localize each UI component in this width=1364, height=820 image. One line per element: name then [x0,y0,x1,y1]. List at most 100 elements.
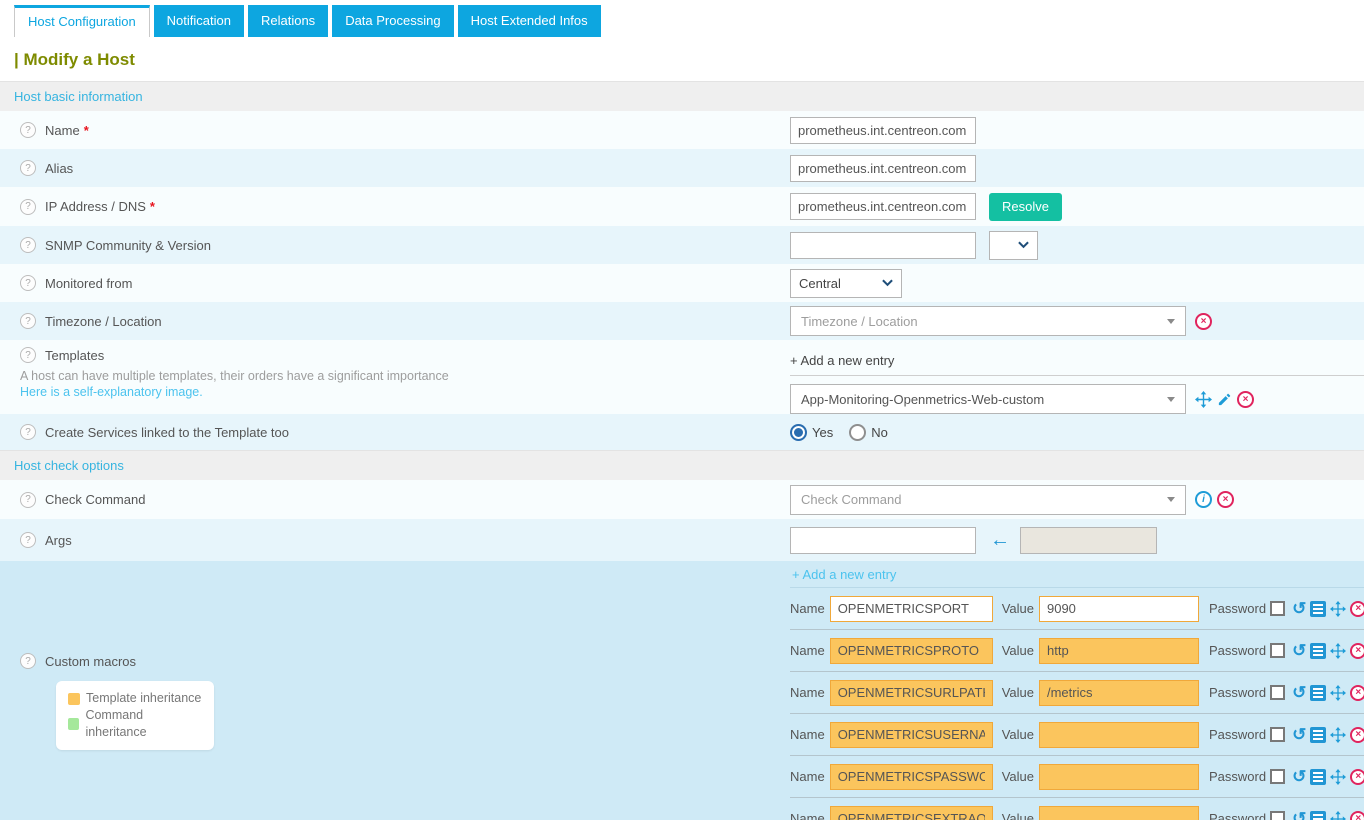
macro-name-label: Name [790,811,825,820]
name-input[interactable] [790,117,976,144]
timezone-select[interactable]: Timezone / Location [790,306,1186,336]
move-icon[interactable] [1330,601,1346,617]
clear-icon[interactable]: × [1217,491,1234,508]
custom-macros-section: ? Custom macros Template inheritance Com… [0,561,1364,820]
list-icon[interactable] [1310,769,1326,785]
help-icon[interactable]: ? [20,424,36,440]
macro-name-input[interactable] [830,638,993,664]
macro-name-input[interactable] [830,764,993,790]
move-icon[interactable] [1330,727,1346,743]
undo-icon[interactable]: ↺ [1292,727,1306,742]
macro-password-checkbox[interactable] [1270,769,1285,784]
help-icon[interactable]: ? [20,653,36,669]
delete-icon[interactable]: × [1350,769,1364,785]
delete-icon[interactable]: × [1350,727,1364,743]
macro-password-checkbox[interactable] [1270,601,1285,616]
undo-icon[interactable]: ↺ [1292,643,1306,658]
list-icon[interactable] [1310,685,1326,701]
macro-value-input[interactable] [1039,806,1199,820]
delete-icon[interactable]: × [1237,391,1254,408]
timezone-placeholder: Timezone / Location [801,314,918,329]
undo-icon[interactable]: ↺ [1292,685,1306,700]
macro-value-input[interactable] [1039,764,1199,790]
macro-name-input[interactable] [830,722,993,748]
left-arrow-icon: ← [990,529,1010,552]
list-icon[interactable] [1310,811,1326,820]
macro-value-input[interactable] [1039,680,1199,706]
required-marker: * [150,199,155,214]
edit-icon[interactable] [1217,392,1232,407]
list-icon[interactable] [1310,643,1326,659]
list-icon[interactable] [1310,601,1326,617]
delete-icon[interactable]: × [1350,601,1364,617]
dropdown-arrow-icon [1167,497,1175,502]
args-input[interactable] [790,527,976,554]
move-icon[interactable] [1330,769,1346,785]
create-services-yes-radio[interactable] [790,424,807,441]
form-row-timezone: ? Timezone / Location Timezone / Locatio… [0,302,1364,340]
yes-radio-label: Yes [812,425,833,440]
macro-value-label: Value [1002,769,1034,784]
snmp-version-select[interactable] [989,231,1038,260]
tab-notification[interactable]: Notification [154,5,244,37]
tab-host-configuration[interactable]: Host Configuration [14,5,150,37]
clear-icon[interactable]: × [1195,313,1212,330]
help-icon[interactable]: ? [20,160,36,176]
macro-add-entry-link[interactable]: + Add a new entry [790,561,1364,588]
tab-data-processing[interactable]: Data Processing [332,5,453,37]
move-icon[interactable] [1330,811,1346,820]
create-services-no-radio[interactable] [849,424,866,441]
macro-name-input[interactable] [830,596,993,622]
tab-relations[interactable]: Relations [248,5,328,37]
help-icon[interactable]: ? [20,347,36,363]
chevron-down-icon [882,279,893,287]
help-icon[interactable]: ? [20,532,36,548]
args-label: Args [45,533,72,548]
templates-help-link[interactable]: Here is a self-explanatory image. [20,385,790,399]
info-icon[interactable]: i [1195,491,1212,508]
help-icon[interactable]: ? [20,492,36,508]
monitored-from-select[interactable]: Central [790,269,902,298]
macro-password-checkbox[interactable] [1270,685,1285,700]
macro-row: Name Value Password ↺ × [790,630,1364,672]
help-icon[interactable]: ? [20,237,36,253]
ip-address-input[interactable] [790,193,976,220]
macro-password-checkbox[interactable] [1270,727,1285,742]
delete-icon[interactable]: × [1350,643,1364,659]
macro-value-label: Value [1002,811,1034,820]
help-icon[interactable]: ? [20,122,36,138]
macro-value-input[interactable] [1039,638,1199,664]
help-icon[interactable]: ? [20,313,36,329]
form-row-name: ? Name * [0,111,1364,149]
templates-description: A host can have multiple templates, thei… [20,368,790,385]
snmp-community-input[interactable] [790,232,976,259]
undo-icon[interactable]: ↺ [1292,601,1306,616]
move-icon[interactable] [1330,685,1346,701]
macro-name-input[interactable] [830,806,993,820]
delete-icon[interactable]: × [1350,685,1364,701]
args-linked-input [1020,527,1157,554]
macro-name-input[interactable] [830,680,993,706]
check-command-select[interactable]: Check Command [790,485,1186,515]
move-icon[interactable] [1330,643,1346,659]
template-select[interactable]: App-Monitoring-Openmetrics-Web-custom [790,384,1186,414]
macro-row: Name Value Password ↺ × [790,798,1364,820]
macro-name-label: Name [790,685,825,700]
macro-password-checkbox[interactable] [1270,811,1285,820]
templates-add-entry-link[interactable]: + Add a new entry [790,347,1364,376]
macro-value-input[interactable] [1039,596,1199,622]
undo-icon[interactable]: ↺ [1292,811,1306,820]
tab-host-extended-infos[interactable]: Host Extended Infos [458,5,601,37]
delete-icon[interactable]: × [1350,811,1364,820]
resolve-button[interactable]: Resolve [989,193,1062,221]
undo-icon[interactable]: ↺ [1292,769,1306,784]
help-icon[interactable]: ? [20,199,36,215]
macro-password-checkbox[interactable] [1270,643,1285,658]
move-icon[interactable] [1195,391,1212,408]
section-host-basic-information: Host basic information [0,81,1364,111]
macro-value-input[interactable] [1039,722,1199,748]
macro-name-label: Name [790,601,825,616]
list-icon[interactable] [1310,727,1326,743]
alias-input[interactable] [790,155,976,182]
help-icon[interactable]: ? [20,275,36,291]
